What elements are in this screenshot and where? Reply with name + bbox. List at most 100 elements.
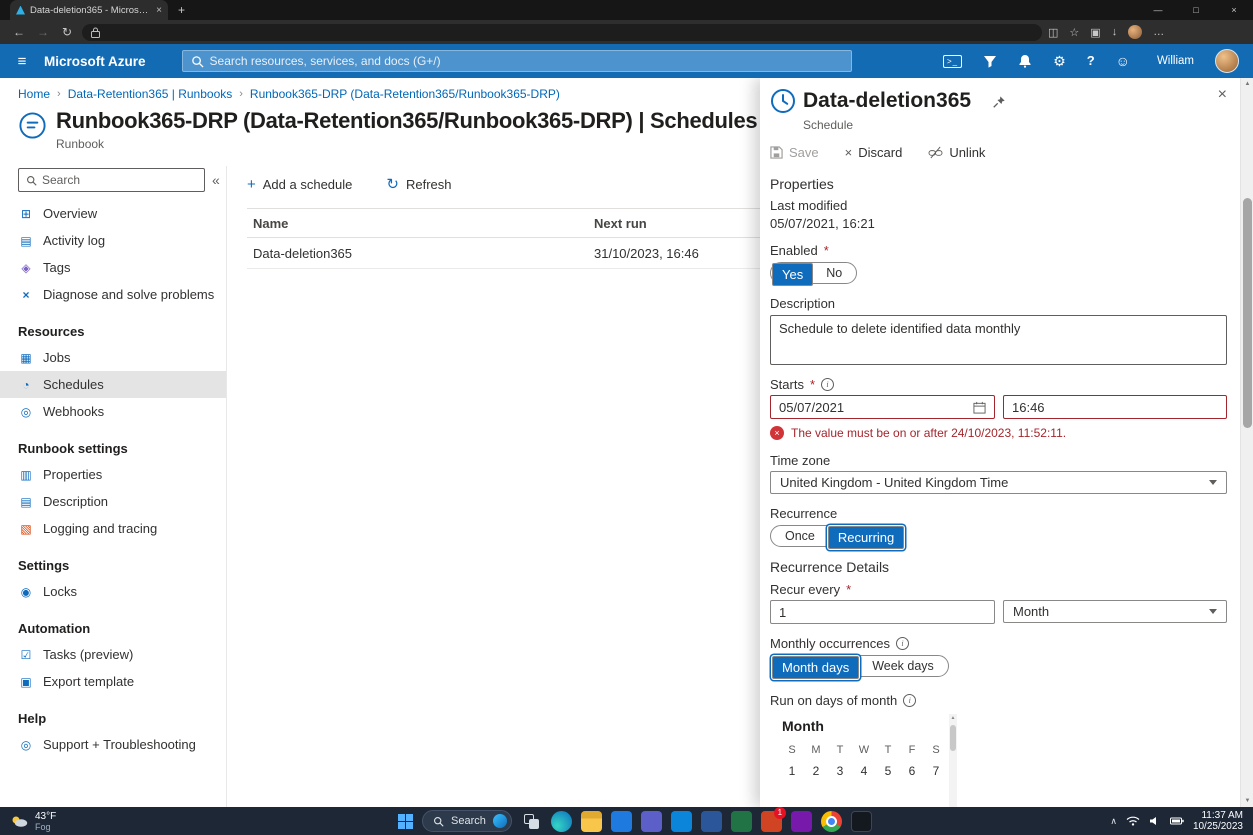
file-explorer-icon[interactable]: [581, 811, 602, 832]
window-close-button[interactable]: ×: [1215, 0, 1253, 20]
day-cell[interactable]: 4: [852, 764, 876, 778]
sidebar-item-activity-log[interactable]: ▤Activity log: [0, 227, 226, 254]
window-maximize-button[interactable]: □: [1177, 0, 1215, 20]
description-textarea[interactable]: Schedule to delete identified data month…: [770, 315, 1227, 365]
column-header-next-run[interactable]: Next run: [594, 216, 647, 231]
day-cell[interactable]: 6: [900, 764, 924, 778]
day-cell[interactable]: 7: [924, 764, 948, 778]
split-screen-icon[interactable]: ◫: [1048, 26, 1058, 39]
timezone-select[interactable]: United Kingdom - United Kingdom Time: [770, 471, 1227, 494]
directory-filter-icon[interactable]: [983, 55, 997, 68]
sidebar-item-support[interactable]: ◎Support + Troubleshooting: [0, 731, 226, 758]
excel-icon[interactable]: [731, 811, 752, 832]
info-icon[interactable]: i: [903, 694, 916, 707]
new-tab-button[interactable]: +: [178, 3, 185, 17]
scroll-up-icon[interactable]: ▲: [1241, 78, 1253, 90]
browser-menu-icon[interactable]: …: [1153, 26, 1164, 38]
azure-brand[interactable]: Microsoft Azure: [44, 54, 146, 69]
word-icon[interactable]: [701, 811, 722, 832]
settings-gear-icon[interactable]: ⚙: [1053, 54, 1066, 68]
sidebar-item-locks[interactable]: ◉Locks: [0, 578, 226, 605]
teams-icon[interactable]: [641, 811, 662, 832]
collections-icon[interactable]: ▣: [1090, 26, 1100, 39]
downloads-icon[interactable]: ↓: [1112, 26, 1118, 38]
recurrence-once-option[interactable]: Once: [772, 526, 828, 546]
browser-profile-avatar[interactable]: [1128, 25, 1142, 39]
sidebar-item-logging[interactable]: ▧Logging and tracing: [0, 515, 226, 542]
scrollbar-thumb[interactable]: [1243, 198, 1252, 428]
scroll-up-icon[interactable]: ▲: [949, 714, 957, 723]
sidebar-search-input[interactable]: [42, 173, 197, 187]
tab-close-icon[interactable]: ×: [156, 5, 162, 16]
back-button[interactable]: ←: [10, 25, 28, 39]
sidebar-item-description[interactable]: ▤Description: [0, 488, 226, 515]
monthly-month-days-option[interactable]: Month days: [772, 656, 859, 679]
sidebar-item-tasks-preview[interactable]: ☑Tasks (preview): [0, 641, 226, 668]
monthly-week-days-option[interactable]: Week days: [859, 656, 947, 676]
window-minimize-button[interactable]: —: [1139, 0, 1177, 20]
recur-every-input[interactable]: [779, 605, 986, 620]
page-scrollbar[interactable]: ▲ ▼: [1240, 78, 1253, 807]
day-cell[interactable]: 5: [876, 764, 900, 778]
sidebar-item-schedules[interactable]: ◔Schedules: [0, 371, 226, 398]
sidebar-item-diagnose[interactable]: ×Diagnose and solve problems: [0, 281, 226, 308]
unlink-button[interactable]: Unlink: [928, 145, 985, 160]
day-cell[interactable]: 1: [780, 764, 804, 778]
add-schedule-button[interactable]: + Add a schedule: [247, 177, 352, 192]
recur-every-field[interactable]: [770, 600, 995, 624]
wifi-icon[interactable]: [1126, 816, 1140, 826]
start-button[interactable]: [398, 814, 413, 829]
sidebar-item-webhooks[interactable]: ◎Webhooks: [0, 398, 226, 425]
weather-widget[interactable]: 43°F Fog: [0, 811, 56, 832]
calendar-scrollbar[interactable]: ▲: [949, 714, 957, 807]
portal-menu-icon[interactable]: ≡: [0, 53, 44, 70]
address-bar[interactable]: [82, 24, 1042, 41]
azure-search-input[interactable]: [210, 54, 843, 68]
battery-icon[interactable]: [1170, 817, 1184, 825]
onenote-icon[interactable]: [791, 811, 812, 832]
start-date-field[interactable]: [770, 395, 995, 419]
recur-unit-select[interactable]: Month: [1003, 600, 1227, 623]
feedback-smiley-icon[interactable]: ☺: [1116, 54, 1130, 68]
breadcrumb-home[interactable]: Home: [18, 87, 50, 101]
schedule-name-cell[interactable]: Data-deletion365: [247, 246, 594, 261]
sidebar-collapse-icon[interactable]: «: [212, 172, 220, 188]
azure-search-box[interactable]: [182, 50, 852, 72]
panel-pin-icon[interactable]: [992, 95, 1006, 109]
start-time-field[interactable]: [1003, 395, 1227, 419]
terminal-icon[interactable]: [851, 811, 872, 832]
day-cell[interactable]: 3: [828, 764, 852, 778]
help-icon[interactable]: ?: [1087, 54, 1095, 68]
scrollbar-thumb[interactable]: [950, 725, 956, 751]
volume-icon[interactable]: [1149, 816, 1161, 826]
enabled-yes-option[interactable]: Yes: [772, 263, 813, 286]
breadcrumb-current[interactable]: Runbook365-DRP (Data-Retention365/Runboo…: [250, 87, 560, 101]
scroll-down-icon[interactable]: ▼: [1241, 795, 1253, 807]
sidebar-item-properties[interactable]: ▥Properties: [0, 461, 226, 488]
favorites-star-icon[interactable]: ☆: [1069, 26, 1079, 39]
forward-button[interactable]: →: [34, 25, 52, 39]
discard-button[interactable]: × Discard: [845, 145, 903, 160]
user-avatar[interactable]: [1215, 49, 1239, 73]
start-time-input[interactable]: [1012, 400, 1218, 415]
tray-expand-icon[interactable]: ∧: [1110, 816, 1117, 827]
sidebar-item-export-template[interactable]: ▣Export template: [0, 668, 226, 695]
start-date-input[interactable]: [779, 400, 973, 415]
recurrence-recurring-option[interactable]: Recurring: [828, 526, 904, 549]
edge-icon[interactable]: [551, 811, 572, 832]
task-view-icon[interactable]: [521, 811, 542, 832]
browser-refresh-button[interactable]: ↻: [58, 25, 76, 39]
sidebar-item-overview[interactable]: ⊞Overview: [0, 200, 226, 227]
breadcrumb-runbooks[interactable]: Data-Retention365 | Runbooks: [68, 87, 233, 101]
refresh-button[interactable]: ↻ Refresh: [386, 177, 451, 192]
browser-tab[interactable]: Data-deletion365 - Microsoft A ×: [10, 0, 168, 20]
microsoft-store-icon[interactable]: [611, 811, 632, 832]
clock-widget[interactable]: 11:37 AM 10/25/2023: [1193, 810, 1243, 832]
sidebar-search-box[interactable]: [18, 168, 205, 192]
sidebar-item-jobs[interactable]: ▦Jobs: [0, 344, 226, 371]
info-icon[interactable]: i: [896, 637, 909, 650]
day-cell[interactable]: 2: [804, 764, 828, 778]
info-icon[interactable]: i: [821, 378, 834, 391]
column-header-name[interactable]: Name: [247, 216, 594, 231]
cloud-shell-icon[interactable]: >_: [943, 55, 962, 68]
